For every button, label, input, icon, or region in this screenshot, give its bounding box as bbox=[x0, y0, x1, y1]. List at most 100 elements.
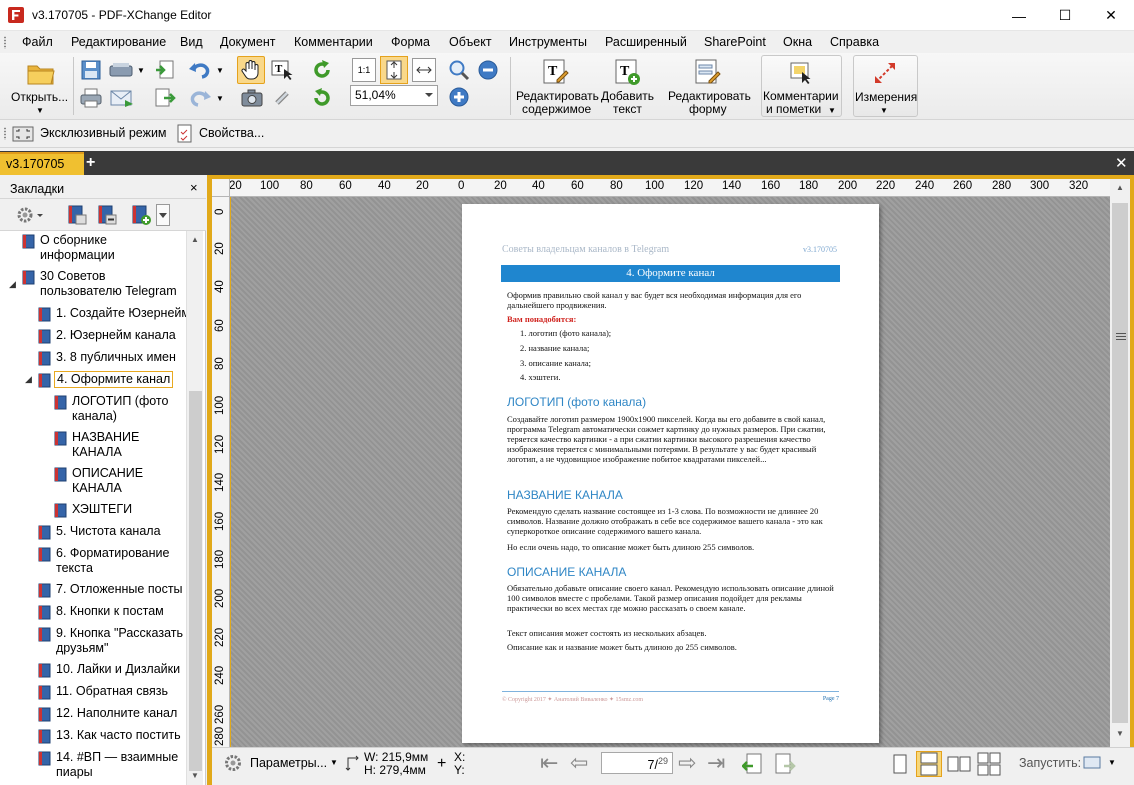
email-icon[interactable] bbox=[108, 85, 136, 111]
last-page-icon[interactable]: ⇥ bbox=[707, 752, 725, 774]
scroll-down-icon[interactable]: ▼ bbox=[1116, 729, 1124, 738]
next-page-icon[interactable]: ⇨ bbox=[678, 752, 696, 774]
heading-logo: ЛОГОТИП (фото канала) bbox=[507, 395, 647, 409]
menu-sharepoint[interactable]: SharePoint bbox=[704, 35, 766, 49]
continuous-facing-layout-icon[interactable] bbox=[976, 751, 1002, 777]
hand-tool-icon[interactable] bbox=[237, 56, 265, 84]
bookmarks-close-button[interactable]: × bbox=[190, 180, 198, 195]
undo-icon[interactable] bbox=[186, 57, 214, 83]
menu-object[interactable]: Объект bbox=[449, 35, 492, 49]
ruler-label: 200 bbox=[838, 180, 858, 192]
open-dropdown-icon[interactable]: ▼ bbox=[36, 104, 44, 117]
menu-view[interactable]: Вид bbox=[180, 35, 203, 49]
measure-icon[interactable] bbox=[870, 58, 900, 88]
export-icon[interactable] bbox=[152, 85, 178, 111]
exclusive-mode-button[interactable]: Эксклюзивный режим bbox=[40, 126, 167, 140]
document-vertical-scrollbar[interactable]: ▲ ▼ bbox=[1110, 179, 1130, 747]
link-tool-icon[interactable] bbox=[268, 85, 296, 111]
menu-file[interactable]: Файл bbox=[22, 35, 53, 49]
edit-form-icon[interactable] bbox=[692, 57, 722, 87]
scroll-up-icon[interactable]: ▲ bbox=[1116, 183, 1124, 192]
close-tab-button[interactable]: ✕ bbox=[1115, 154, 1128, 172]
import-icon[interactable] bbox=[152, 57, 178, 83]
page-number-input[interactable]: 7/29 bbox=[601, 752, 673, 774]
redo-dropdown-icon[interactable]: ▼ bbox=[216, 92, 224, 105]
rotate-ccw-icon[interactable] bbox=[308, 85, 336, 111]
bookmarks-scroll-thumb[interactable] bbox=[189, 391, 202, 771]
edit-form-label-2[interactable]: форму bbox=[689, 103, 727, 116]
tab-document[interactable]: v3.170705 bbox=[0, 152, 84, 175]
minimize-button[interactable]: — bbox=[996, 0, 1042, 31]
first-page-icon[interactable]: ⇤ bbox=[540, 752, 558, 774]
snapshot-icon[interactable] bbox=[238, 85, 266, 111]
redo-icon[interactable] bbox=[186, 85, 214, 111]
add-text-icon[interactable]: T bbox=[612, 57, 642, 87]
add-text-label-2[interactable]: текст bbox=[613, 103, 642, 116]
remove-bookmark-icon[interactable] bbox=[96, 204, 118, 226]
continuous-layout-icon[interactable] bbox=[916, 751, 942, 777]
open-folder-icon[interactable] bbox=[24, 59, 58, 89]
open-button-label[interactable]: Открыть... bbox=[11, 91, 68, 104]
document-scroll-thumb[interactable] bbox=[1112, 203, 1128, 723]
single-page-layout-icon[interactable] bbox=[887, 751, 913, 777]
previous-view-icon[interactable] bbox=[741, 752, 764, 776]
page-size-icon bbox=[345, 754, 361, 772]
run-dropdown-icon[interactable]: ▼ bbox=[1108, 758, 1116, 767]
edit-content-label-2[interactable]: содержимое bbox=[522, 103, 591, 116]
menu-comments[interactable]: Комментарии bbox=[294, 35, 373, 49]
exclusive-mode-icon[interactable] bbox=[12, 125, 34, 143]
parameters-button[interactable]: Параметры... bbox=[250, 756, 327, 770]
bookmark-label: 12. Наполните канал bbox=[56, 706, 178, 720]
menu-advanced[interactable]: Расширенный bbox=[605, 35, 687, 49]
menu-edit[interactable]: Редактирование bbox=[71, 35, 166, 49]
edit-content-icon[interactable]: T bbox=[540, 57, 570, 87]
print-icon[interactable] bbox=[78, 85, 104, 111]
menu-windows[interactable]: Окна bbox=[783, 35, 812, 49]
bookmark-label: 30 Советов пользователю Telegram bbox=[40, 269, 177, 298]
collapse-arrow-icon[interactable]: ◢ bbox=[25, 374, 32, 385]
ruler-label: 160 bbox=[761, 180, 781, 192]
zoom-out-icon[interactable] bbox=[476, 58, 500, 82]
properties-icon[interactable] bbox=[176, 124, 194, 144]
zoom-level-select[interactable]: 51,04% bbox=[350, 85, 438, 106]
add-bookmark-icon[interactable] bbox=[66, 204, 88, 226]
comments-icon[interactable] bbox=[786, 58, 816, 88]
scroll-down-icon[interactable]: ▼ bbox=[191, 771, 199, 780]
bookmark-options-gear-icon[interactable] bbox=[15, 205, 43, 225]
properties-button[interactable]: Свойства... bbox=[199, 126, 264, 140]
ruler-label: 200 bbox=[214, 588, 226, 608]
zoom-in-icon[interactable] bbox=[447, 85, 471, 109]
previous-page-icon[interactable]: ⇦ bbox=[570, 752, 588, 774]
rotate-cw-icon[interactable] bbox=[308, 57, 336, 83]
save-icon[interactable] bbox=[78, 57, 104, 83]
fit-width-icon[interactable] bbox=[412, 58, 436, 82]
scroll-up-icon[interactable]: ▲ bbox=[191, 235, 199, 244]
select-text-icon[interactable]: T bbox=[268, 57, 296, 83]
bookmark-label: 8. Кнопки к постам bbox=[56, 604, 164, 618]
status-options-gear-icon[interactable] bbox=[222, 752, 246, 774]
vertical-ruler: 0 20 40 60 80 100 120 140 160 180 200 22… bbox=[212, 197, 230, 747]
new-tab-button[interactable]: + bbox=[86, 154, 95, 172]
actual-size-icon[interactable]: 1:1 bbox=[352, 58, 376, 82]
bookmarks-scrollbar[interactable]: ▲ ▼ bbox=[186, 231, 203, 785]
bookmark-more-dropdown-icon[interactable] bbox=[156, 204, 170, 226]
zoom-in-tool-icon[interactable] bbox=[447, 58, 471, 82]
menu-form[interactable]: Форма bbox=[391, 35, 430, 49]
fit-page-icon[interactable] bbox=[380, 56, 408, 84]
scan-dropdown-icon[interactable]: ▼ bbox=[137, 64, 145, 77]
collapse-arrow-icon[interactable]: ◢ bbox=[9, 279, 16, 290]
pdf-page[interactable]: Советы владельцам каналов в Telegram v3.… bbox=[462, 204, 879, 743]
new-bookmark-icon[interactable] bbox=[130, 204, 152, 226]
facing-layout-icon[interactable] bbox=[946, 751, 972, 777]
undo-dropdown-icon[interactable]: ▼ bbox=[216, 64, 224, 77]
run-app-icon[interactable] bbox=[1082, 755, 1102, 771]
menu-help[interactable]: Справка bbox=[830, 35, 879, 49]
title-bar: v3.170705 - PDF-XChange Editor — ☐ ✕ bbox=[0, 0, 1134, 31]
menu-document[interactable]: Документ bbox=[220, 35, 275, 49]
menu-tools[interactable]: Инструменты bbox=[509, 35, 587, 49]
scan-icon[interactable] bbox=[106, 57, 136, 83]
parameters-dropdown-icon[interactable]: ▼ bbox=[330, 758, 338, 767]
close-window-button[interactable]: ✕ bbox=[1088, 0, 1134, 31]
next-view-icon[interactable] bbox=[774, 752, 796, 776]
maximize-button[interactable]: ☐ bbox=[1042, 0, 1088, 31]
